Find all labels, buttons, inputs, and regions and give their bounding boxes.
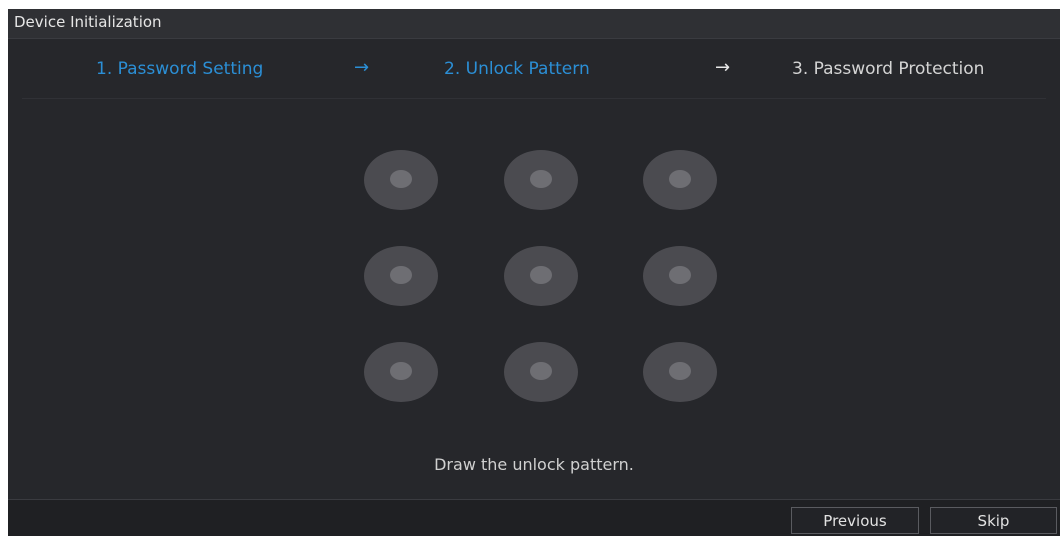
step-password-setting: 1. Password Setting <box>96 59 264 79</box>
pattern-node-center <box>390 170 412 188</box>
pattern-node-1[interactable] <box>364 150 438 210</box>
pattern-node-2[interactable] <box>504 150 578 210</box>
pattern-node-7[interactable] <box>364 342 438 402</box>
pattern-node-center <box>530 170 552 188</box>
pattern-node-center <box>669 170 691 188</box>
pattern-node-3[interactable] <box>643 150 717 210</box>
pattern-node-center <box>390 362 412 380</box>
skip-button[interactable]: Skip <box>930 507 1057 534</box>
steps-divider <box>22 98 1046 99</box>
pattern-node-center <box>390 266 412 284</box>
step-password-protection: 3. Password Protection <box>792 59 985 79</box>
step-unlock-pattern: 2. Unlock Pattern <box>444 59 590 79</box>
device-initialization-window: Device Initialization 1. Password Settin… <box>8 9 1060 536</box>
previous-button[interactable]: Previous <box>791 507 919 534</box>
pattern-node-6[interactable] <box>643 246 717 306</box>
pattern-node-center <box>530 362 552 380</box>
pattern-node-center <box>669 266 691 284</box>
pattern-node-9[interactable] <box>643 342 717 402</box>
pattern-node-8[interactable] <box>504 342 578 402</box>
pattern-node-center <box>669 362 691 380</box>
window-title: Device Initialization <box>14 13 162 31</box>
step-arrow-icon: → <box>354 57 370 78</box>
step-indicator: 1. Password Setting → 2. Unlock Pattern … <box>8 39 1060 99</box>
footer-bar: Previous Skip <box>8 500 1060 536</box>
step-arrow-icon: → <box>715 57 731 78</box>
pattern-hint: Draw the unlock pattern. <box>434 455 634 474</box>
pattern-node-5[interactable] <box>504 246 578 306</box>
pattern-node-4[interactable] <box>364 246 438 306</box>
pattern-node-center <box>530 266 552 284</box>
title-bar: Device Initialization <box>8 9 1060 39</box>
